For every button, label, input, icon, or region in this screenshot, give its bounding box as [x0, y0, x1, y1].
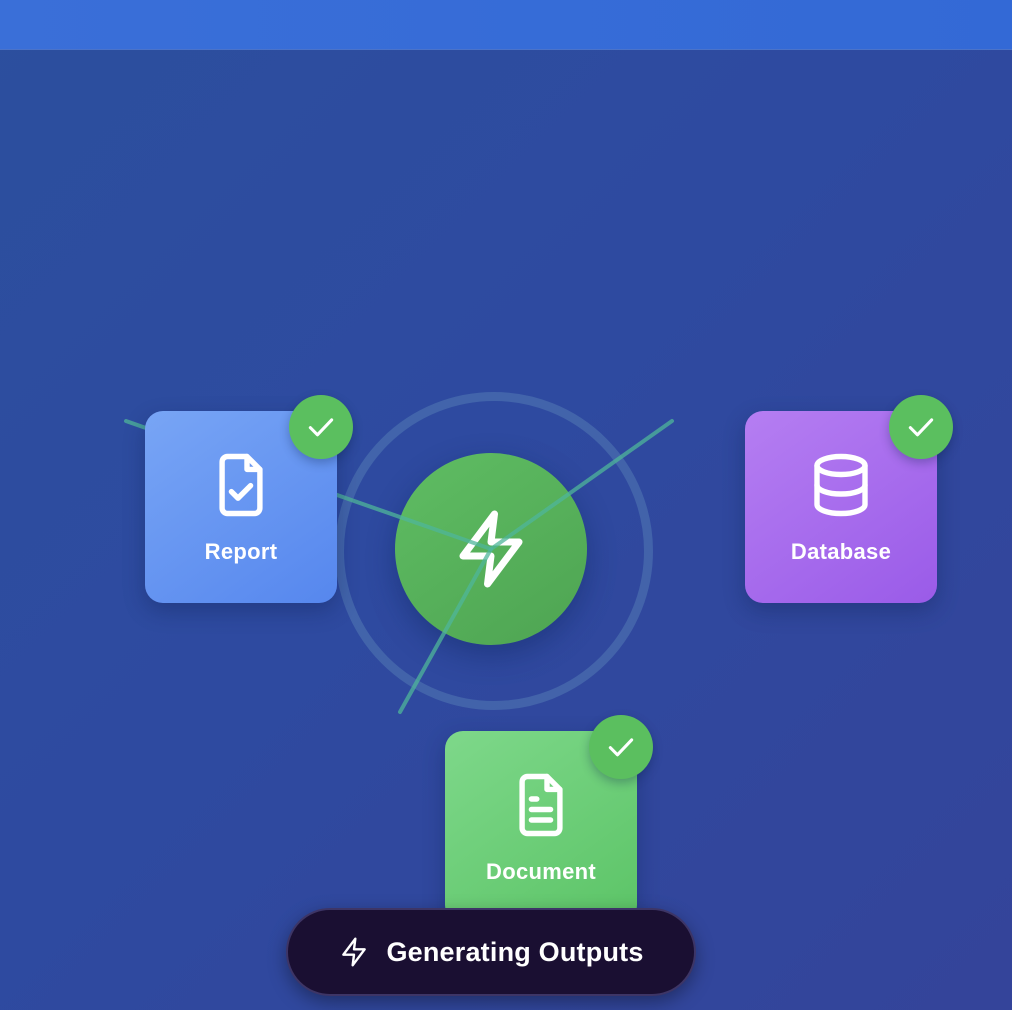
file-check-icon — [219, 453, 263, 517]
check-badge-document — [589, 715, 653, 779]
status-text: Generating Outputs — [386, 936, 644, 967]
output-label: Document — [486, 859, 596, 884]
top-bar — [0, 0, 1012, 50]
output-label: Report — [204, 539, 278, 564]
check-icon — [308, 418, 334, 437]
check-badge-database — [889, 395, 953, 459]
check-badge-report — [289, 395, 353, 459]
output-label: Database — [790, 539, 892, 564]
file-text-icon — [519, 773, 563, 837]
lightning-icon — [459, 510, 523, 588]
hub-node — [395, 453, 587, 645]
generation-stage: Report Database Document Generating Outp… — [0, 0, 1012, 1010]
status-pill: Generating Outputs — [286, 908, 696, 996]
lightning-icon — [342, 937, 367, 967]
database-icon — [814, 453, 868, 517]
check-icon — [608, 738, 634, 757]
check-icon — [908, 418, 934, 437]
